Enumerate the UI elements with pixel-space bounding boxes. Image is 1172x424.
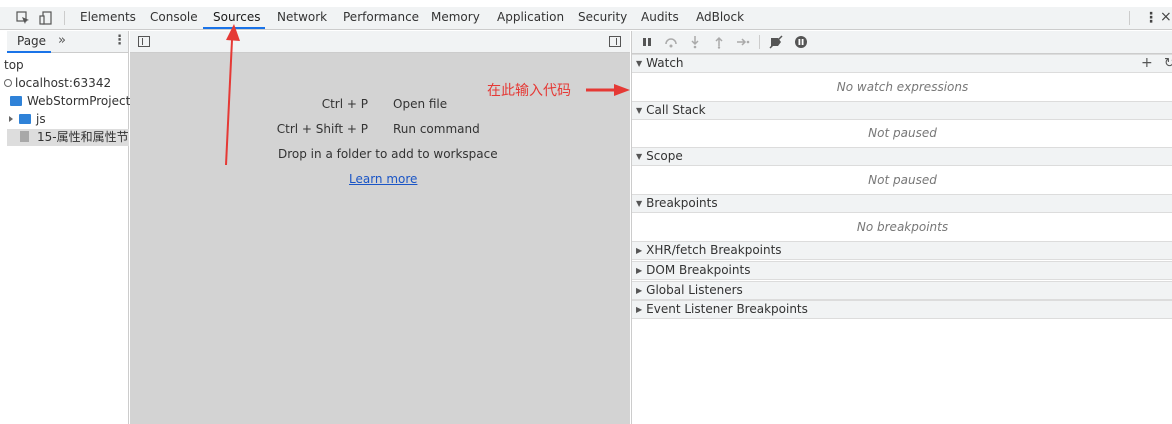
arrowhead-icon (614, 84, 630, 96)
annotation-arrow (225, 39, 233, 166)
devtools-window: Elements Console Sources Network Perform… (0, 0, 1172, 424)
annotation-arrows (225, 24, 630, 166)
arrowhead-icon (226, 24, 240, 41)
